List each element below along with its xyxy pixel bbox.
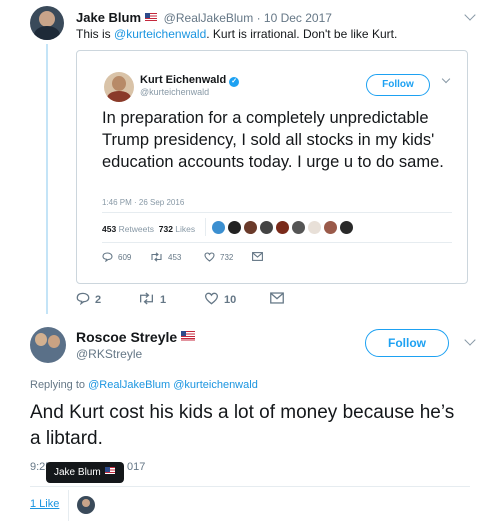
tooltip-name: Jake Blum (54, 467, 101, 478)
mention-link[interactable]: @kurteichenwald (114, 27, 206, 41)
like-button[interactable]: 732 (204, 252, 233, 262)
like-count: 10 (224, 294, 237, 306)
reply-icon (76, 292, 90, 305)
quoted-avatar[interactable] (104, 72, 134, 102)
liker-avatar[interactable] (340, 221, 353, 234)
heart-icon (204, 252, 215, 262)
quoted-author-handle[interactable]: @kurteichenwald (140, 87, 209, 97)
author-name-text[interactable]: Roscoe Streyle (76, 329, 177, 345)
author-name[interactable]: Jake Blum @RealJakeBlum · 10 Dec 2017 (76, 10, 332, 25)
mention-link[interactable]: @RealJakeBlum (88, 379, 170, 391)
retweet-button[interactable]: 1 (138, 292, 166, 306)
retweets-count[interactable]: 453 (102, 224, 116, 234)
divider (102, 212, 452, 213)
reply-button[interactable]: 2 (76, 292, 101, 306)
avatar[interactable] (30, 6, 64, 40)
tweet-text: And Kurt cost his kids a lot of money be… (30, 402, 455, 449)
follow-button[interactable]: Follow (365, 329, 449, 357)
us-flag-icon (181, 331, 196, 341)
divider (102, 242, 452, 243)
retweets-label[interactable]: Retweets (119, 224, 154, 234)
likes-count[interactable]: 732 (159, 224, 173, 234)
likes-label[interactable]: Likes (175, 224, 195, 234)
divider (30, 486, 470, 487)
retweet-count: 1 (160, 294, 167, 306)
tweet-text-part: . Kurt is irrational. Don't be like Kurt… (206, 27, 398, 41)
tweet-text: This is @kurteichenwald. Kurt is irratio… (76, 27, 397, 41)
quoted-tweet-text: In preparation for a completely unpredic… (102, 109, 444, 171)
retweet-icon (151, 252, 162, 262)
author-handle[interactable]: @RealJakeBlum · 10 Dec 2017 (164, 11, 332, 25)
quoted-author-name-text[interactable]: Kurt Eichenwald (140, 74, 226, 86)
envelope-icon (252, 252, 263, 261)
reply-icon (102, 252, 113, 262)
timestamp-fragment[interactable]: 017 (127, 461, 145, 473)
message-button[interactable] (270, 292, 289, 305)
envelope-icon (270, 292, 284, 304)
quoted-author-name[interactable]: Kurt Eichenwald ✓ (140, 74, 240, 87)
quoted-stats: 453 Retweets 732 Likes (102, 224, 195, 234)
divider (205, 218, 206, 236)
liker-avatar[interactable] (260, 221, 273, 234)
divider (68, 490, 69, 521)
verified-icon: ✓ (229, 77, 240, 87)
likes-link[interactable]: 1 Like (30, 498, 59, 510)
retweet-button[interactable]: 453 (150, 252, 181, 262)
reply-button[interactable]: 609 (102, 252, 131, 262)
like-count: 732 (220, 253, 234, 262)
like-button[interactable]: 10 (204, 292, 236, 306)
heart-icon (204, 292, 219, 305)
mention-link[interactable]: @kurteichenwald (173, 379, 258, 391)
author-name[interactable]: Roscoe Streyle (76, 329, 196, 345)
reply-count: 609 (118, 253, 132, 262)
chevron-down-icon[interactable] (464, 9, 476, 21)
avatar[interactable] (30, 327, 66, 363)
replying-to: Replying to @RealJakeBlum @kurteichenwal… (30, 379, 258, 391)
liker-avatar[interactable] (308, 221, 321, 234)
retweet-icon (140, 292, 153, 305)
tweet-text-part: This is (76, 27, 115, 41)
author-handle[interactable]: @RKStreyle (76, 347, 142, 361)
retweet-count: 453 (168, 253, 182, 262)
us-flag-icon (104, 467, 115, 474)
replying-prefix: Replying to (30, 379, 86, 391)
chevron-down-icon[interactable] (464, 334, 476, 346)
author-name-text[interactable]: Jake Blum (76, 10, 141, 25)
handle-text[interactable]: @RealJakeBlum (164, 11, 254, 25)
quoted-follow-button[interactable]: Follow (366, 74, 430, 96)
us-flag-icon (145, 13, 158, 21)
reply-count: 2 (95, 294, 102, 306)
quoted-timestamp[interactable]: 1:46 PM · 26 Sep 2016 (102, 198, 184, 207)
thread-line (46, 44, 48, 314)
liker-avatar[interactable] (292, 221, 305, 234)
user-tooltip: Jake Blum (46, 462, 124, 483)
tweet-date[interactable]: 10 Dec 2017 (264, 11, 332, 25)
liker-avatar[interactable] (212, 221, 225, 234)
liker-avatar[interactable] (77, 496, 95, 514)
liker-avatar[interactable] (324, 221, 337, 234)
liker-avatar[interactable] (244, 221, 257, 234)
liker-avatar[interactable] (276, 221, 289, 234)
message-button[interactable] (252, 252, 268, 261)
liker-avatar[interactable] (228, 221, 241, 234)
